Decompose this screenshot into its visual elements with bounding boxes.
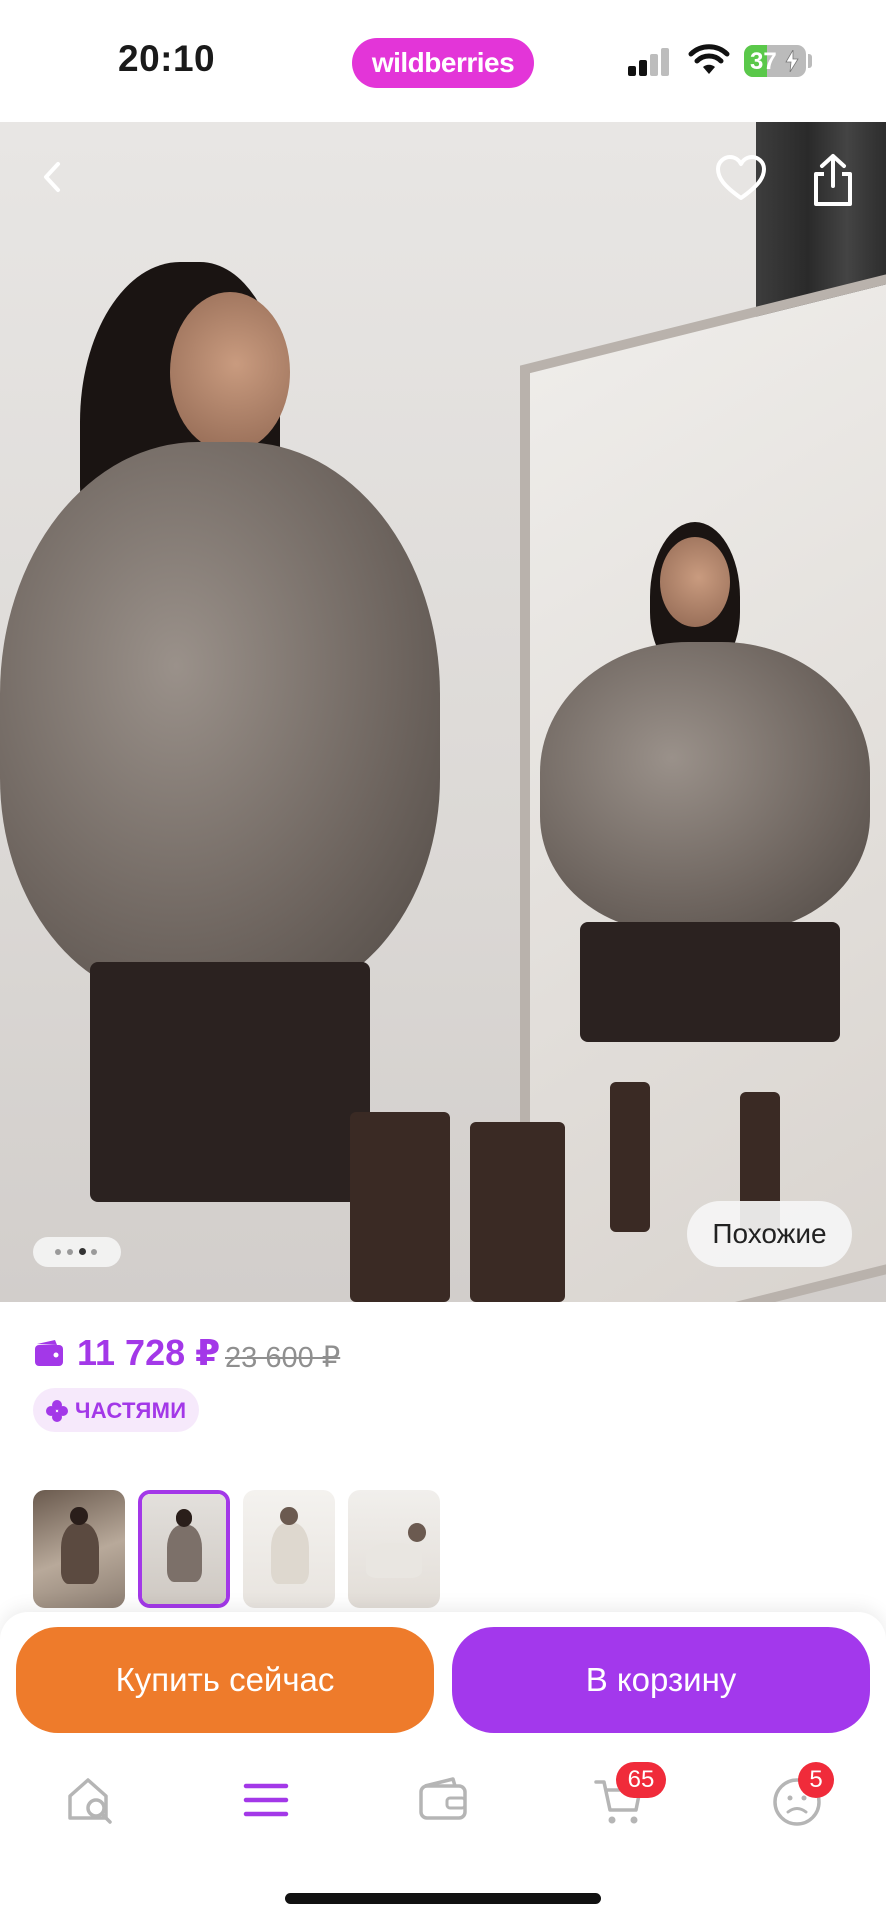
similar-button[interactable]: Похожие (687, 1201, 852, 1267)
brand-pill[interactable]: wildberries (352, 38, 534, 88)
wallet-price-icon (35, 1340, 63, 1366)
thumbnail[interactable] (348, 1490, 440, 1608)
pagination-dot (91, 1249, 97, 1255)
heart-icon[interactable] (714, 154, 768, 204)
pagination-dot (55, 1249, 61, 1255)
battery-tip (808, 54, 812, 68)
old-price: 23 600 ₽ (225, 1342, 341, 1374)
photo-pagination (33, 1237, 121, 1267)
cart-badge: 65 (616, 1762, 666, 1798)
product-photo[interactable] (0, 122, 886, 1302)
wallet-icon[interactable] (413, 1770, 473, 1830)
wifi-icon (688, 44, 730, 74)
home-search-icon[interactable] (62, 1770, 122, 1830)
price-row: 11 728 ₽ 23 600 ₽ (33, 1330, 853, 1380)
battery-percent: 37 (750, 48, 777, 75)
buy-now-button[interactable]: Купить сейчас (16, 1627, 434, 1733)
thumbnail[interactable] (33, 1490, 125, 1608)
battery-charging-icon: 37 (744, 45, 806, 77)
thumbnail[interactable] (243, 1490, 335, 1608)
menu-icon[interactable] (236, 1770, 296, 1830)
photo-model (0, 242, 565, 1302)
installments-label: ЧАСТЯМИ (75, 1398, 187, 1423)
share-icon[interactable] (808, 152, 858, 208)
thumbnail[interactable] (138, 1490, 230, 1608)
add-to-cart-button[interactable]: В корзину (452, 1627, 870, 1733)
back-icon[interactable] (28, 152, 78, 202)
home-indicator (285, 1893, 601, 1904)
installments-icon (46, 1400, 68, 1422)
status-time: 20:10 (118, 38, 216, 79)
signal-icon (628, 48, 672, 76)
pagination-dot (67, 1249, 73, 1255)
installments-chip[interactable]: ЧАСТЯМИ (33, 1388, 199, 1432)
thumbnail-strip (33, 1490, 853, 1610)
profile-badge: 5 (798, 1762, 834, 1798)
photo-reflection (540, 522, 880, 1302)
pagination-dot (79, 1248, 86, 1255)
current-price: 11 728 ₽ (77, 1332, 221, 1373)
status-bar: 20:10 wildberries 37 (0, 0, 886, 122)
